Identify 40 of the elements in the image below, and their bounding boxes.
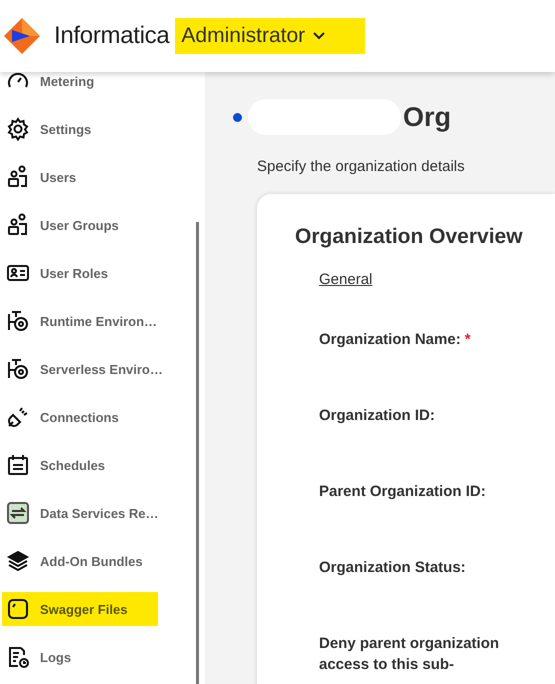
sidebar-item[interactable]: Settings — [0, 105, 170, 153]
brand-name: Informatica — [54, 22, 170, 50]
people-icon — [6, 165, 30, 189]
status-dot-icon — [233, 112, 242, 122]
document-clock-icon — [6, 645, 30, 669]
sidebar-item[interactable]: Connections — [0, 393, 170, 441]
layers-icon — [6, 549, 30, 573]
sidebar-item[interactable]: Serverless Enviro… — [0, 345, 170, 393]
sidebar-item[interactable]: User Roles — [0, 249, 170, 297]
chevron-down-icon — [313, 32, 326, 40]
machine-gear-icon — [6, 357, 30, 381]
sidebar-item[interactable]: Schedules — [0, 441, 170, 489]
sidebar-item[interactable]: User Groups — [0, 201, 170, 249]
calendar-icon — [6, 453, 30, 477]
scrollbar[interactable] — [196, 222, 199, 684]
sidebar-item[interactable]: Data Services Re… — [0, 489, 170, 537]
field-label: Organization ID: — [319, 407, 435, 424]
machine-gear-icon — [6, 309, 30, 333]
sidebar-item[interactable]: Runtime Environ… — [0, 297, 170, 345]
sidebar-item[interactable]: Swagger Files — [2, 592, 158, 626]
plug-icon — [6, 405, 30, 429]
diamond-logo-icon — [2, 16, 42, 56]
people-icon — [6, 213, 30, 237]
field-label: Organization Status: — [319, 559, 466, 576]
sidebar-item[interactable]: Add-On Bundles — [0, 537, 170, 585]
sidebar-item[interactable]: Metering — [0, 72, 170, 105]
sidebar-item[interactable]: Users — [0, 153, 170, 201]
field-label: Organization Name: — [319, 331, 461, 348]
section-link[interactable]: General — [319, 271, 372, 288]
required-asterisk: * — [464, 331, 471, 348]
page-title: Org — [403, 102, 452, 132]
card-title: Organization Overview — [295, 225, 524, 249]
settings-icon — [6, 117, 30, 141]
page-subtitle: Specify the organization details — [257, 158, 466, 175]
app-switcher[interactable]: Administrator — [175, 18, 366, 54]
sidebar-item[interactable]: Logs — [0, 633, 170, 681]
field-label: Parent Organization ID: — [319, 483, 486, 500]
exchange-icon — [6, 501, 30, 525]
file-icon — [6, 597, 30, 621]
field-label: Deny parent organization access to this sub- — [319, 635, 500, 673]
